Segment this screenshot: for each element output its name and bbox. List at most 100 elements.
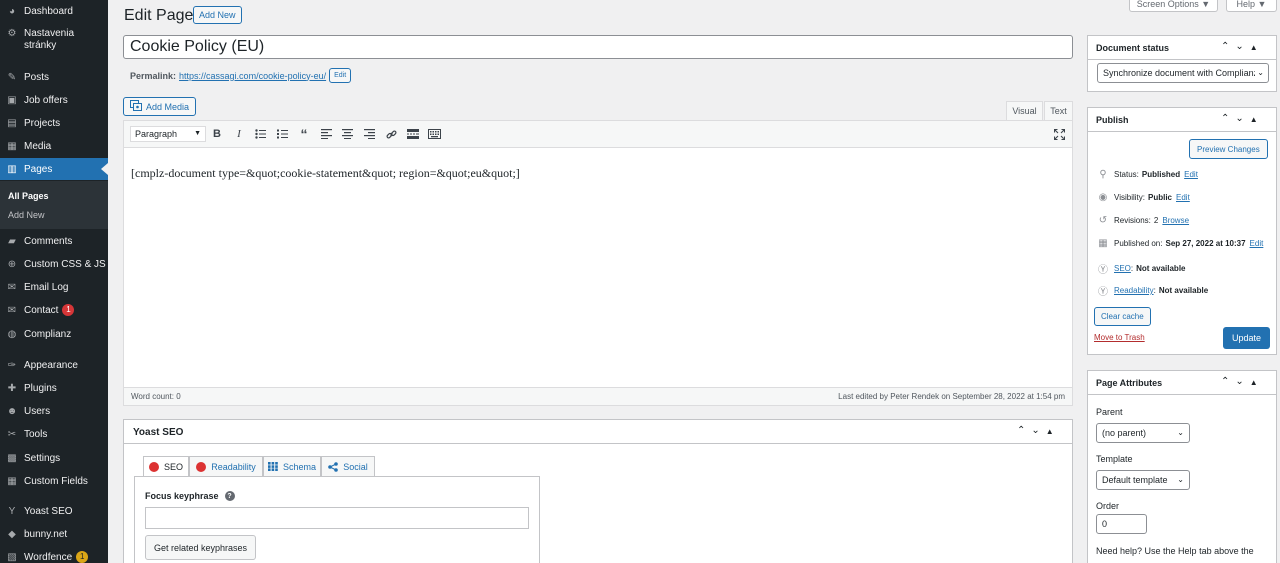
sidebar-item-settings[interactable]: ▩ Settings bbox=[0, 447, 108, 469]
editor-status-bar: Word count: 0 Last edited by Peter Rende… bbox=[124, 387, 1072, 405]
share-icon bbox=[328, 461, 339, 472]
sidebar-item-nastavenia[interactable]: ⚙ Nastavenia stránky bbox=[0, 28, 108, 62]
score-dot-icon bbox=[196, 461, 207, 472]
sidebar-item-comments[interactable]: ▰ Comments bbox=[0, 230, 108, 252]
chevron-up-icon[interactable]: ⌃ bbox=[1221, 41, 1229, 52]
sidebar-item-contact[interactable]: ✉ Contact 1 bbox=[0, 299, 108, 321]
sidebar-item-appearance[interactable]: ✑ Appearance bbox=[0, 354, 108, 376]
sidebar-item-label: Appearance bbox=[24, 359, 78, 371]
add-media-button[interactable]: Add Media bbox=[123, 97, 197, 116]
tab-text[interactable]: Text bbox=[1044, 101, 1073, 120]
chevron-up-icon[interactable]: ⌃ bbox=[1221, 113, 1229, 124]
update-button[interactable]: Update bbox=[1223, 327, 1270, 349]
align-right-button[interactable] bbox=[361, 126, 377, 142]
parent-select[interactable]: (no parent) ⌄ bbox=[1096, 423, 1190, 443]
align-left-button[interactable] bbox=[318, 126, 334, 142]
sidebar-item-custom-fields[interactable]: ▦ Custom Fields bbox=[0, 470, 108, 492]
sidebar-item-pages[interactable]: ▥ Pages bbox=[0, 158, 108, 180]
sidebar-item-custom-css-js[interactable]: ⊕ Custom CSS & JS bbox=[0, 253, 108, 275]
insert-link-button[interactable] bbox=[383, 126, 399, 142]
published-on-row: ▦ Published on: Sep 27, 2022 at 10:37 Ed… bbox=[1096, 238, 1263, 249]
clear-cache-button[interactable]: Clear cache bbox=[1094, 307, 1151, 326]
toggle-triangle-icon[interactable]: ▲ bbox=[1250, 43, 1258, 52]
numbered-list-button[interactable] bbox=[274, 126, 290, 142]
tab-seo[interactable]: SEO bbox=[143, 456, 189, 477]
fullscreen-button[interactable] bbox=[1051, 126, 1067, 142]
align-center-button[interactable] bbox=[339, 126, 355, 142]
sidebar-item-media[interactable]: ▦ Media bbox=[0, 135, 108, 157]
format-select[interactable]: Paragraph ▼ bbox=[130, 126, 206, 142]
chevron-up-icon[interactable]: ⌃ bbox=[1221, 376, 1229, 387]
submenu-all-pages[interactable]: All Pages bbox=[8, 191, 49, 201]
permalink-edit-button[interactable]: Edit bbox=[329, 68, 352, 83]
related-keyphrases-button[interactable]: Get related keyphrases bbox=[145, 535, 257, 560]
sidebar-item-label: Email Log bbox=[24, 281, 69, 293]
add-new-button[interactable]: Add New bbox=[193, 6, 242, 24]
help-tab[interactable]: Help ▼ bbox=[1226, 0, 1277, 12]
grid-icon: ▦ bbox=[7, 475, 17, 487]
tab-label: Schema bbox=[282, 461, 317, 472]
visibility-label: Visibility: bbox=[1114, 193, 1145, 202]
pages-submenu: All Pages Add New bbox=[0, 181, 108, 229]
chevron-down-icon: ⌄ bbox=[1255, 68, 1264, 77]
status-edit-link[interactable]: Edit bbox=[1184, 170, 1198, 179]
template-select[interactable]: Default template ⌄ bbox=[1096, 470, 1190, 490]
sidebar-item-dashboard[interactable]: ◕ Dashboard bbox=[0, 0, 108, 22]
sidebar-item-yoast-seo[interactable]: Y Yoast SEO bbox=[0, 500, 108, 522]
sidebar-item-job-offers[interactable]: ▣ Job offers bbox=[0, 89, 108, 111]
yoast-seo-metabox: Yoast SEO ⌃ ⌄ ▲ SEO Readability Schema S… bbox=[123, 419, 1073, 563]
toggle-triangle-icon[interactable]: ▲ bbox=[1046, 427, 1054, 436]
document-sync-select[interactable]: Synchronize document with Complianz ⌄ bbox=[1097, 63, 1269, 83]
sidebar-item-projects[interactable]: ▤ Projects bbox=[0, 112, 108, 134]
blockquote-button[interactable]: “ bbox=[296, 126, 312, 142]
bold-button[interactable]: B bbox=[209, 126, 225, 142]
toggle-triangle-icon[interactable]: ▲ bbox=[1250, 378, 1258, 387]
tab-visual[interactable]: Visual bbox=[1006, 101, 1043, 120]
seo-link[interactable]: SEO bbox=[1114, 264, 1131, 273]
sidebar-item-posts[interactable]: ✎ Posts bbox=[0, 66, 108, 88]
visibility-edit-link[interactable]: Edit bbox=[1176, 193, 1190, 202]
preview-changes-button[interactable]: Preview Changes bbox=[1189, 139, 1268, 159]
screen-options-tab[interactable]: Screen Options ▼ bbox=[1129, 0, 1218, 12]
chevron-down-icon: ⌄ bbox=[1177, 428, 1184, 437]
chevron-up-icon[interactable]: ⌃ bbox=[1017, 425, 1025, 436]
order-input[interactable]: 0 bbox=[1096, 514, 1147, 534]
metabox-controls: ⌃ ⌄ ▲ bbox=[1221, 41, 1258, 52]
italic-button[interactable]: I bbox=[231, 126, 247, 142]
sidebar-item-plugins[interactable]: ✚ Plugins bbox=[0, 377, 108, 399]
sidebar-item-label: Settings bbox=[24, 452, 61, 464]
move-to-trash-link[interactable]: Move to Trash bbox=[1094, 333, 1145, 342]
focus-keyphrase-input[interactable] bbox=[145, 507, 529, 529]
editor-content[interactable]: [cmplz-document type=&quot;cookie-statem… bbox=[131, 166, 520, 181]
tab-social[interactable]: Social bbox=[321, 456, 375, 476]
tab-readability[interactable]: Readability bbox=[189, 456, 263, 476]
sidebar-item-wordfence[interactable]: ▧ Wordfence 1 bbox=[0, 546, 108, 563]
published-edit-link[interactable]: Edit bbox=[1250, 239, 1264, 248]
sidebar-item-label: Posts bbox=[24, 71, 50, 83]
sidebar-item-users[interactable]: ☻ Users bbox=[0, 400, 108, 422]
readability-link[interactable]: Readability bbox=[1114, 286, 1154, 295]
revisions-browse-link[interactable]: Browse bbox=[1162, 216, 1189, 225]
template-label: Template bbox=[1096, 454, 1133, 464]
read-more-button[interactable] bbox=[405, 126, 421, 142]
chevron-down-icon[interactable]: ⌄ bbox=[1235, 376, 1243, 387]
select-value: (no parent) bbox=[1102, 428, 1147, 438]
toggle-triangle-icon[interactable]: ▲ bbox=[1250, 115, 1258, 124]
toolbar-toggle-button[interactable] bbox=[426, 126, 442, 142]
metabox-title: Document status bbox=[1096, 43, 1170, 53]
sliders-icon: ▩ bbox=[7, 452, 17, 464]
sidebar-item-complianz[interactable]: ◍ Complianz bbox=[0, 323, 108, 345]
help-icon[interactable]: ? bbox=[224, 491, 235, 501]
sidebar-item-email-log[interactable]: ✉ Email Log bbox=[0, 276, 108, 298]
chevron-down-icon[interactable]: ⌄ bbox=[1235, 41, 1243, 52]
chevron-down-icon[interactable]: ⌄ bbox=[1031, 425, 1039, 436]
submenu-add-new[interactable]: Add New bbox=[8, 210, 45, 220]
chevron-down-icon[interactable]: ⌄ bbox=[1235, 113, 1243, 124]
tab-schema[interactable]: Schema bbox=[263, 456, 321, 476]
post-title-input[interactable]: Cookie Policy (EU) bbox=[123, 35, 1073, 59]
permalink-link[interactable]: https://cassagi.com/cookie-policy-eu/ bbox=[179, 71, 326, 81]
bullet-list-button[interactable] bbox=[252, 126, 268, 142]
sidebar-item-tools[interactable]: ✂ Tools bbox=[0, 423, 108, 445]
sidebar-item-bunny-net[interactable]: ◆ bunny.net bbox=[0, 523, 108, 545]
sidebar-item-label: Complianz bbox=[24, 328, 72, 340]
